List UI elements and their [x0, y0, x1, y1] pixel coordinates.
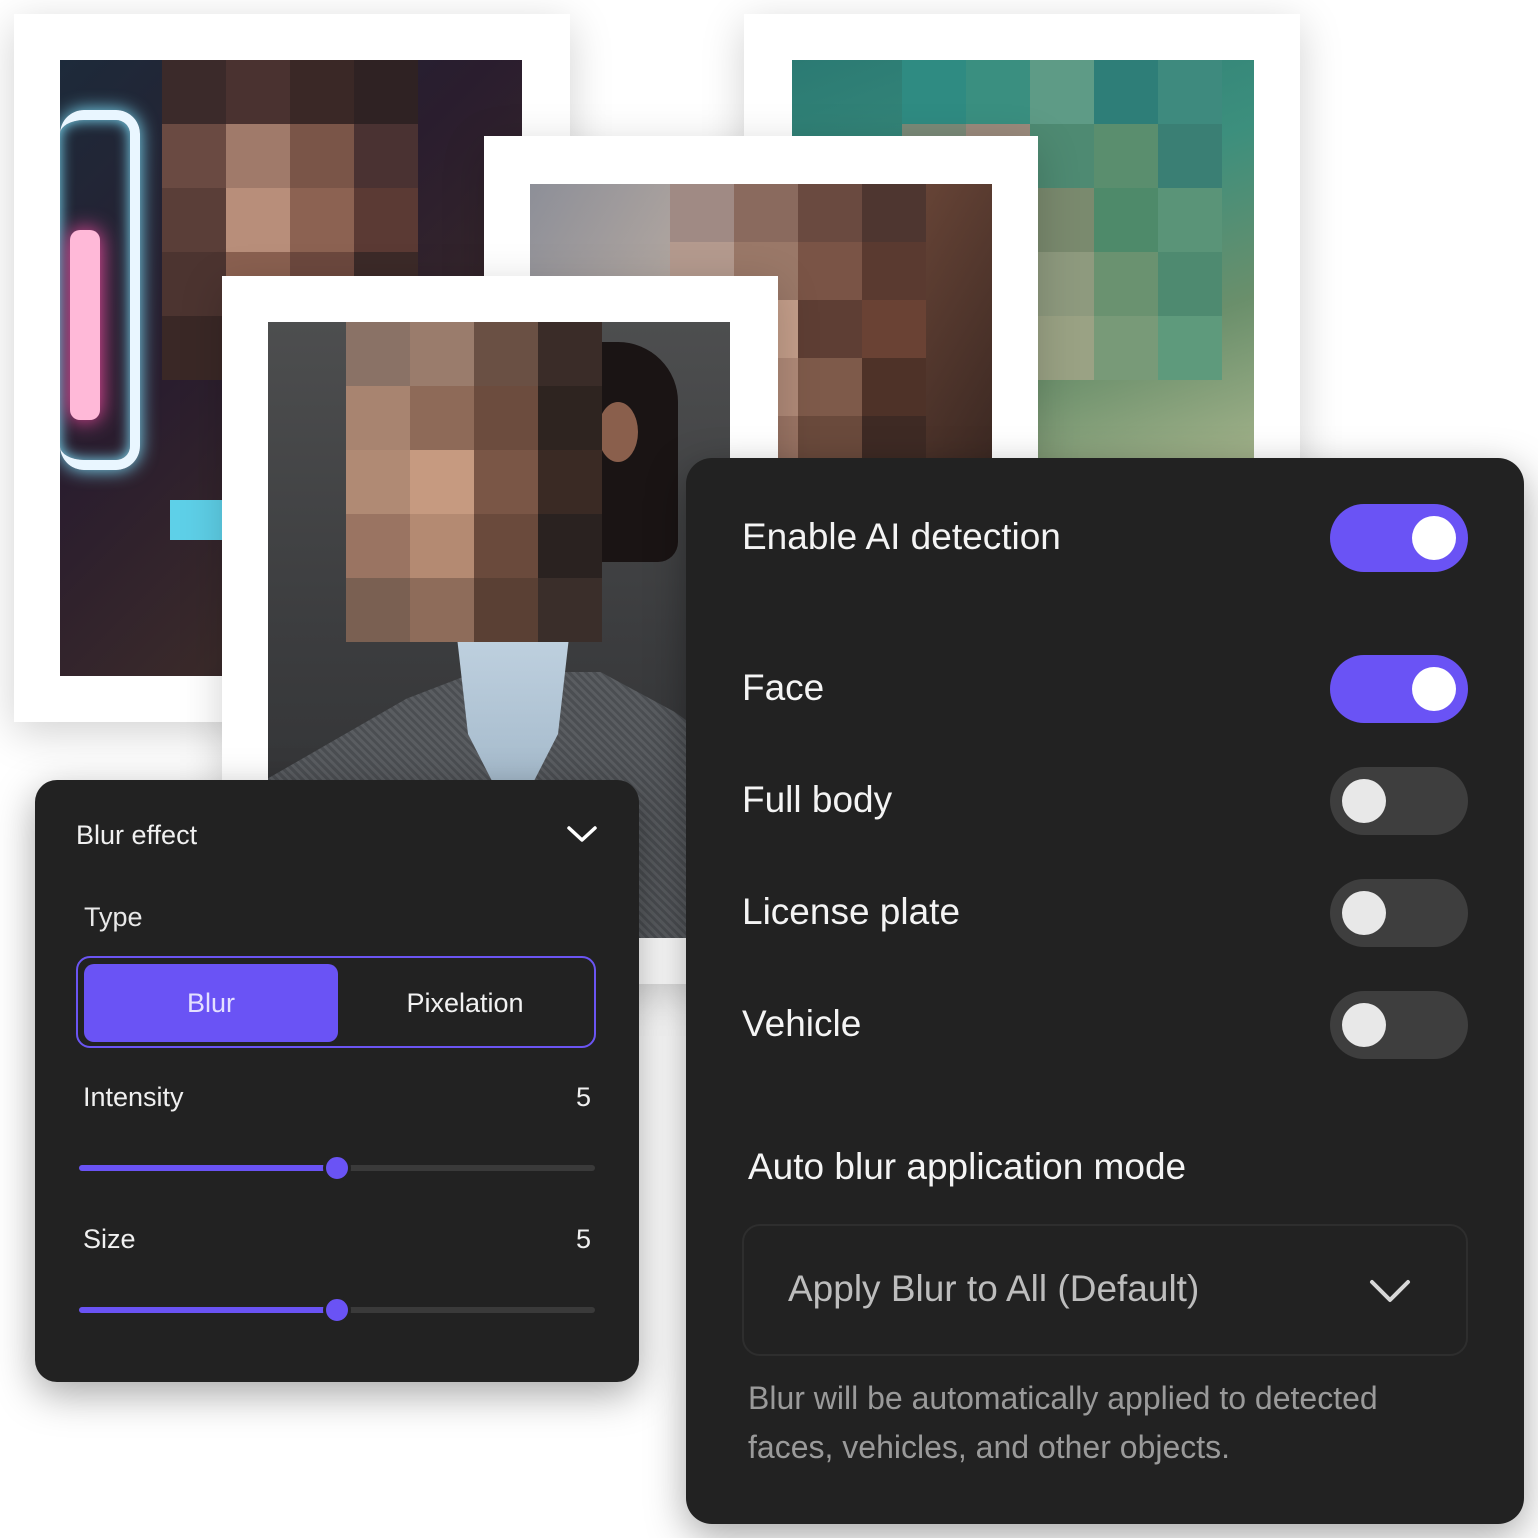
size-slider-fill	[79, 1307, 337, 1313]
chevron-down-icon[interactable]	[565, 822, 599, 846]
size-slider-thumb[interactable]	[323, 1296, 351, 1324]
toggle-knob	[1342, 1003, 1386, 1047]
auto-blur-mode-title: Auto blur application mode	[748, 1146, 1187, 1187]
full-body-label: Full body	[742, 779, 893, 820]
type-label: Type	[84, 902, 143, 932]
type-segmented-control: Blur Pixelation	[76, 956, 596, 1048]
intensity-slider[interactable]	[79, 1154, 595, 1182]
size-slider[interactable]	[79, 1296, 595, 1324]
chevron-down-icon	[1370, 1280, 1410, 1302]
intensity-label: Intensity	[83, 1082, 184, 1112]
size-value: 5	[575, 1224, 591, 1254]
license-plate-toggle[interactable]	[1330, 879, 1468, 947]
toggle-knob	[1412, 516, 1456, 560]
intensity-slider-thumb[interactable]	[323, 1154, 351, 1182]
enable-ai-detection-label: Enable AI detection	[742, 516, 1061, 557]
blur-effect-title: Blur effect	[76, 820, 198, 850]
ear-shape	[598, 402, 638, 462]
full-body-toggle[interactable]	[1330, 767, 1468, 835]
auto-blur-mode-value: Apply Blur to All (Default)	[788, 1268, 1200, 1309]
intensity-value: 5	[575, 1082, 591, 1112]
size-label: Size	[83, 1224, 136, 1254]
face-label: Face	[742, 667, 825, 708]
auto-blur-description: Blur will be automatically applied to de…	[748, 1380, 1378, 1465]
enable-ai-detection-toggle[interactable]	[1330, 504, 1468, 572]
face-toggle[interactable]	[1330, 655, 1468, 723]
neon-pink-shape	[70, 230, 100, 420]
intensity-slider-fill	[79, 1165, 337, 1171]
license-plate-label: License plate	[742, 891, 961, 932]
pixelated-face-region	[346, 322, 602, 642]
vehicle-label: Vehicle	[742, 1003, 862, 1044]
toggle-knob	[1342, 779, 1386, 823]
toggle-knob	[1342, 891, 1386, 935]
ai-detection-panel: Enable AI detection Face Full body Licen…	[686, 458, 1524, 1524]
vehicle-toggle[interactable]	[1330, 991, 1468, 1059]
toggle-knob	[1412, 667, 1456, 711]
type-option-pixelation[interactable]: Pixelation	[338, 964, 592, 1042]
type-option-blur[interactable]: Blur	[84, 964, 338, 1042]
blur-effect-panel: Blur effect Type Blur Pixelation Intensi…	[35, 780, 639, 1382]
auto-blur-mode-select[interactable]: Apply Blur to All (Default)	[742, 1224, 1468, 1356]
